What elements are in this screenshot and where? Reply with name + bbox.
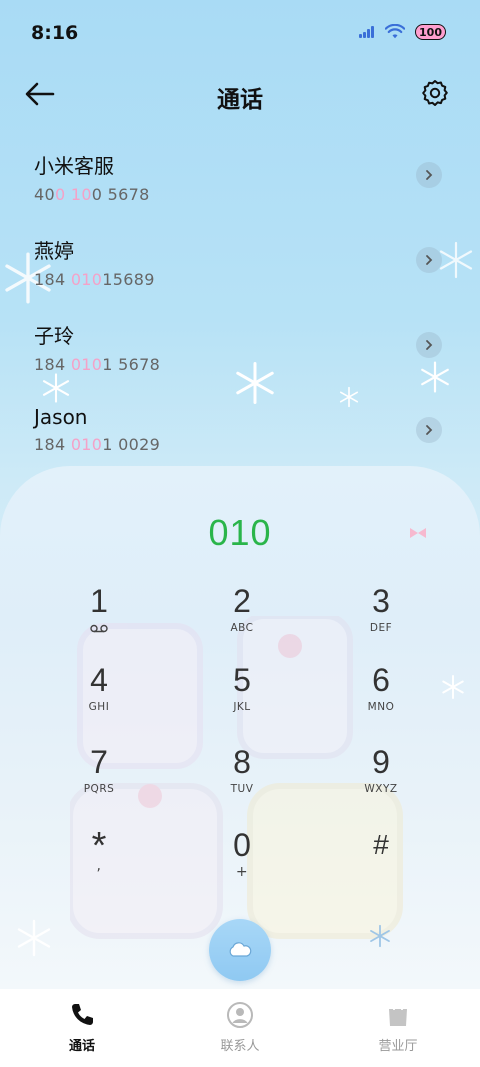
dial-key-4[interactable]: 4 GHI bbox=[44, 661, 154, 733]
contact-item[interactable]: 子玲 184 0101 5678 bbox=[0, 310, 480, 395]
dial-key-2[interactable]: 2 ABC bbox=[187, 582, 297, 654]
contact-name: 子玲 bbox=[34, 324, 74, 348]
wifi-icon bbox=[385, 24, 406, 39]
chevron-right-icon[interactable] bbox=[416, 332, 442, 358]
chevron-right-icon[interactable] bbox=[416, 247, 442, 273]
dialed-number-display: 010 bbox=[208, 512, 272, 553]
nav-item-contacts[interactable]: 联系人 bbox=[190, 1001, 290, 1054]
page-title: 通话 bbox=[217, 87, 263, 113]
contact-item[interactable]: 燕婷 184 01015689 bbox=[0, 225, 480, 310]
dial-key-3[interactable]: 3 DEF bbox=[326, 582, 436, 654]
chevron-right-icon[interactable] bbox=[416, 417, 442, 443]
voicemail-icon bbox=[90, 624, 108, 633]
cloud-icon bbox=[229, 942, 252, 957]
dial-key-8[interactable]: 8 TUV bbox=[187, 743, 297, 815]
dial-key-hash[interactable]: # bbox=[326, 826, 436, 898]
contact-name: 燕婷 bbox=[34, 239, 74, 263]
person-icon bbox=[227, 1002, 253, 1028]
bottom-navigation: 通话 联系人 营业厅 bbox=[0, 989, 480, 1067]
header: 通话 bbox=[0, 66, 480, 122]
snowflake-icon bbox=[17, 919, 51, 957]
contact-number: 184 0101 5678 bbox=[34, 355, 161, 374]
dial-key-5[interactable]: 5 JKL bbox=[187, 661, 297, 733]
contact-item[interactable]: 小米客服 400 100 5678 bbox=[0, 140, 480, 225]
status-bar: 8:16 100 bbox=[0, 0, 480, 66]
dial-key-1[interactable]: 1 bbox=[44, 582, 154, 654]
snowflake-icon bbox=[370, 924, 390, 948]
contact-number: 184 0101 0029 bbox=[34, 435, 161, 454]
nav-item-calls[interactable]: 通话 bbox=[32, 1001, 132, 1054]
dial-key-0[interactable]: 0 + bbox=[187, 826, 297, 898]
contact-number: 400 100 5678 bbox=[34, 185, 150, 204]
battery-indicator: 100 bbox=[415, 24, 446, 40]
dial-key-9[interactable]: 9 WXYZ bbox=[326, 743, 436, 815]
chevron-right-icon[interactable] bbox=[416, 162, 442, 188]
nav-label: 营业厅 bbox=[378, 1039, 418, 1054]
dial-key-6[interactable]: 6 MNO bbox=[326, 661, 436, 733]
dialpad-panel: 010 1 2 ABC 3 DEF 4 GHI 5 JKL 6 MNO 7 PQ… bbox=[0, 466, 480, 989]
contact-suggestion-list: 小米客服 400 100 5678 燕婷 184 01015689 子玲 184… bbox=[0, 140, 480, 480]
nav-label: 联系人 bbox=[220, 1039, 260, 1054]
contact-number: 184 01015689 bbox=[34, 270, 155, 289]
dial-key-7[interactable]: 7 PQRS bbox=[44, 743, 154, 815]
contact-name: Jason bbox=[34, 405, 88, 429]
contact-name: 小米客服 bbox=[34, 154, 114, 178]
gear-icon[interactable] bbox=[420, 78, 450, 108]
dial-key-star[interactable]: * , bbox=[44, 826, 154, 898]
call-button[interactable] bbox=[209, 919, 271, 981]
status-time: 8:16 bbox=[31, 22, 79, 44]
status-icons: 100 bbox=[359, 24, 446, 40]
nav-item-service-hall[interactable]: 营业厅 bbox=[348, 1001, 448, 1054]
signal-icon bbox=[359, 26, 375, 38]
snowflake-icon bbox=[442, 674, 464, 700]
phone-icon bbox=[72, 1004, 93, 1025]
nav-label: 通话 bbox=[68, 1039, 95, 1054]
shopping-bag-icon bbox=[389, 1003, 407, 1026]
